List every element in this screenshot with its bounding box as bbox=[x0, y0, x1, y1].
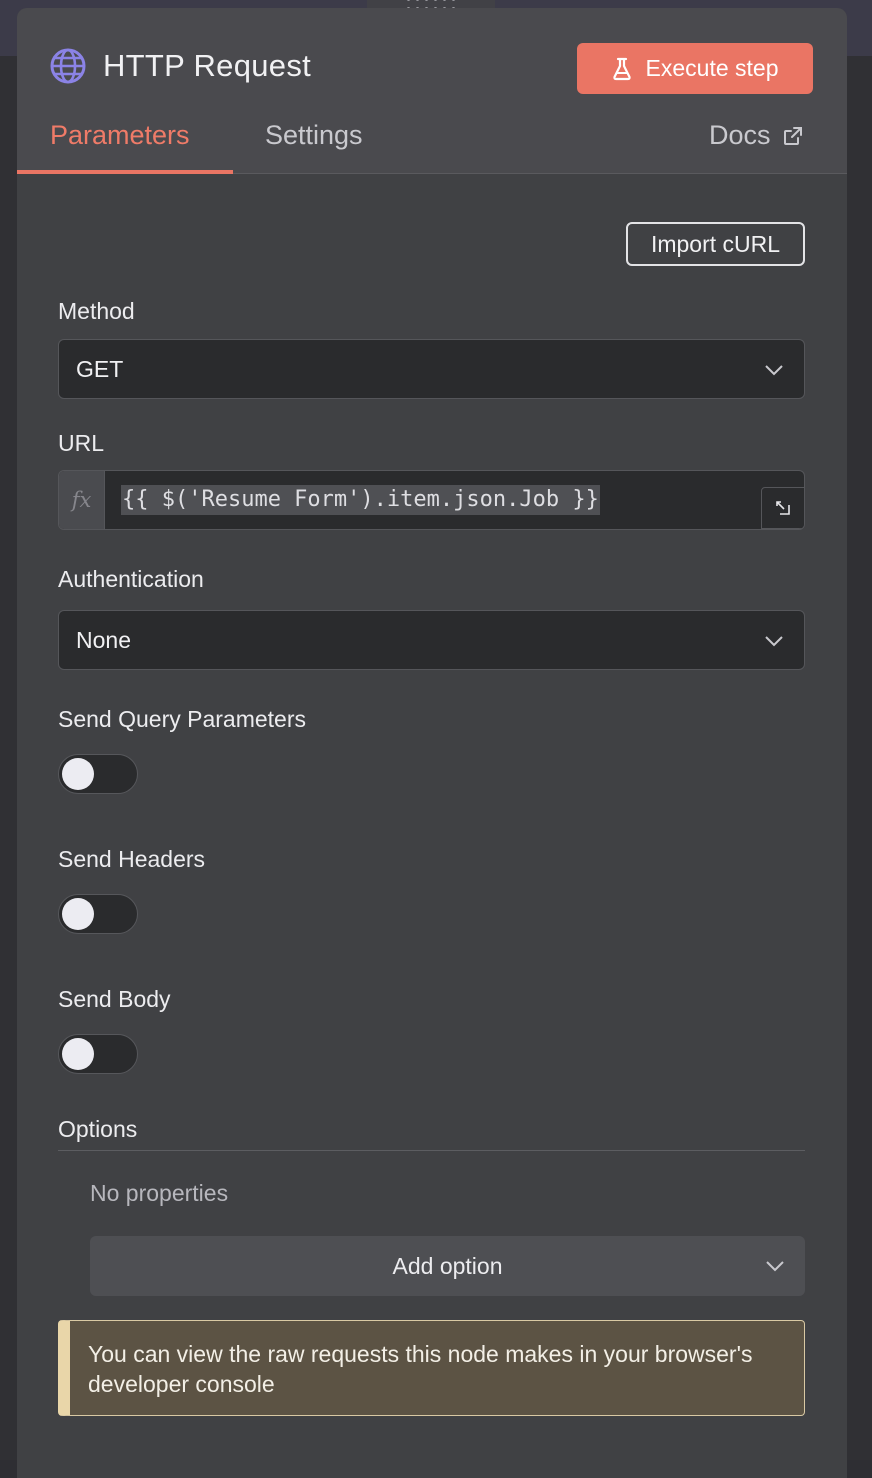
url-expression-value[interactable]: {{ $('Resume Form').item.json.Job }} bbox=[121, 485, 600, 515]
external-link-icon bbox=[783, 126, 802, 145]
execute-step-button[interactable]: Execute step bbox=[577, 43, 813, 94]
method-select[interactable]: GET bbox=[58, 339, 805, 399]
docs-label: Docs bbox=[709, 120, 771, 150]
toggle-knob bbox=[62, 1038, 94, 1070]
node-parameters-panel: HTTP Request Execute step Parameters Set… bbox=[17, 8, 847, 1478]
options-label: Options bbox=[58, 1116, 138, 1142]
chevron-down-icon bbox=[765, 365, 783, 376]
import-curl-button[interactable]: Import cURL bbox=[626, 222, 805, 266]
globe-icon bbox=[50, 48, 86, 84]
chevron-down-icon bbox=[765, 636, 783, 647]
send-headers-toggle[interactable] bbox=[58, 894, 138, 934]
add-option-label: Add option bbox=[392, 1252, 503, 1279]
authentication-value: None bbox=[76, 626, 131, 653]
execute-step-label: Execute step bbox=[645, 55, 779, 81]
send-query-parameters-label: Send Query Parameters bbox=[58, 706, 307, 732]
send-body-label: Send Body bbox=[58, 986, 171, 1012]
developer-console-notice: You can view the raw requests this node … bbox=[58, 1320, 805, 1416]
method-label: Method bbox=[58, 298, 135, 324]
send-headers-label: Send Headers bbox=[58, 846, 206, 872]
expand-expression-button[interactable] bbox=[761, 487, 804, 529]
add-option-dropdown[interactable]: Add option bbox=[90, 1236, 805, 1296]
flask-icon bbox=[612, 57, 631, 80]
node-title-row: HTTP Request bbox=[49, 44, 311, 88]
options-divider bbox=[58, 1150, 805, 1151]
url-expression-field[interactable]: fx {{ $('Resume Form').item.json.Job }} bbox=[58, 470, 805, 530]
canvas-backdrop-left bbox=[0, 56, 18, 1460]
send-body-toggle[interactable] bbox=[58, 1034, 138, 1074]
method-value: GET bbox=[76, 355, 124, 382]
tab-settings[interactable]: Settings bbox=[265, 120, 363, 168]
tab-parameters[interactable]: Parameters bbox=[50, 120, 190, 168]
url-label: URL bbox=[58, 430, 105, 456]
open-editor-icon bbox=[776, 501, 790, 515]
node-title[interactable]: HTTP Request bbox=[103, 48, 311, 84]
chevron-down-icon bbox=[766, 1261, 784, 1272]
toggle-knob bbox=[62, 758, 94, 790]
authentication-select[interactable]: None bbox=[58, 610, 805, 670]
fx-icon: fx bbox=[59, 471, 105, 529]
docs-link[interactable]: Docs bbox=[709, 120, 803, 151]
toggle-knob bbox=[62, 898, 94, 930]
canvas-backdrop-right bbox=[846, 56, 872, 1460]
active-tab-indicator bbox=[17, 170, 233, 174]
send-query-parameters-toggle[interactable] bbox=[58, 754, 138, 794]
panel-header: HTTP Request Execute step Parameters Set… bbox=[17, 8, 847, 174]
no-properties-text: No properties bbox=[90, 1180, 229, 1206]
authentication-label: Authentication bbox=[58, 566, 204, 592]
